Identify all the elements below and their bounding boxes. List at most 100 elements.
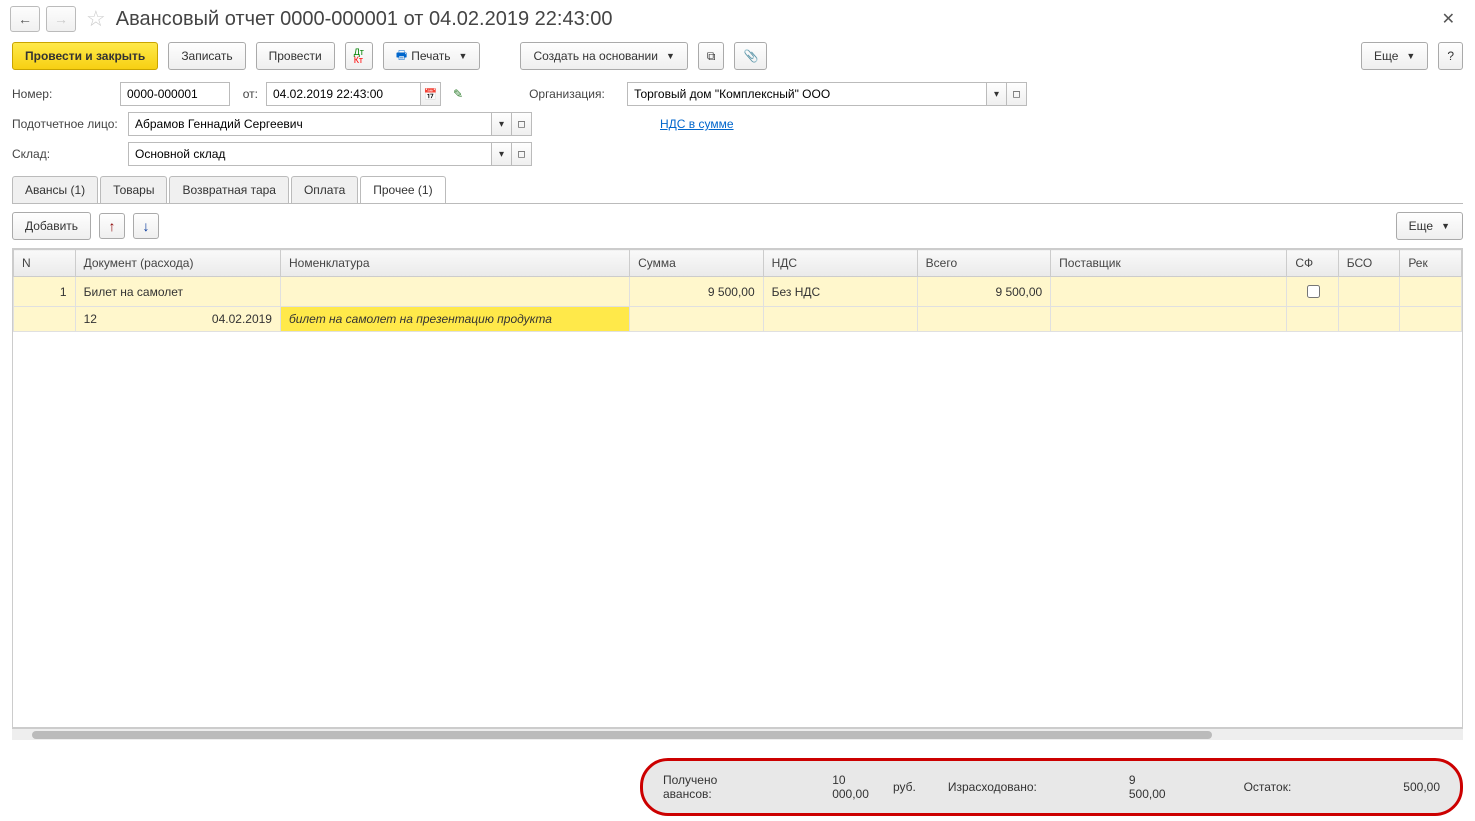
number-input[interactable]	[120, 82, 230, 106]
window-title: Авансовый отчет 0000-000001 от 04.02.201…	[116, 8, 613, 31]
tab-more-label: Еще	[1409, 219, 1433, 233]
forward-button[interactable]: →	[46, 6, 76, 32]
person-input[interactable]	[128, 112, 492, 136]
cell-sub-rek[interactable]	[1400, 307, 1462, 332]
horizontal-scrollbar[interactable]	[12, 728, 1463, 740]
cell-sub-docinfo[interactable]: 12 04.02.2019	[75, 307, 280, 332]
cell-sub-bso[interactable]	[1338, 307, 1400, 332]
cell-supplier[interactable]	[1051, 277, 1287, 307]
tab-bar: Авансы (1) Товары Возвратная тара Оплата…	[12, 176, 1463, 204]
cell-sub-empty[interactable]	[14, 307, 76, 332]
sub-num: 12	[84, 312, 144, 326]
col-supplier[interactable]: Поставщик	[1051, 250, 1287, 277]
expense-grid: N Документ (расхода) Номенклатура Сумма …	[13, 249, 1462, 332]
move-up-button[interactable]: ↑	[99, 213, 125, 239]
person-open-button[interactable]: ◻	[512, 112, 532, 136]
grid-header-row: N Документ (расхода) Номенклатура Сумма …	[14, 250, 1462, 277]
print-label: Печать	[411, 49, 450, 63]
related-docs-button[interactable]: ⧉	[698, 42, 725, 70]
date-input[interactable]	[266, 82, 421, 106]
form-area: Номер: от: 📅 ✎ Организация: ▾ ◻ Подотчет…	[0, 82, 1475, 166]
move-down-button[interactable]: ↓	[133, 213, 159, 239]
spent-value: 9 500,00	[1129, 773, 1172, 801]
warehouse-input[interactable]	[128, 142, 492, 166]
post-and-close-button[interactable]: Провести и закрыть	[12, 42, 158, 70]
tab-more-button[interactable]: Еще ▼	[1396, 212, 1463, 240]
vat-link[interactable]: НДС в сумме	[660, 117, 734, 131]
add-row-button[interactable]: Добавить	[12, 212, 91, 240]
warehouse-label: Склад:	[12, 147, 120, 161]
from-label: от:	[238, 87, 258, 101]
col-n[interactable]: N	[14, 250, 76, 277]
person-label: Подотчетное лицо:	[12, 117, 120, 131]
tab-payment[interactable]: Оплата	[291, 176, 358, 203]
cell-nomen[interactable]	[280, 277, 629, 307]
cell-total[interactable]: 9 500,00	[917, 277, 1051, 307]
tab-packaging[interactable]: Возвратная тара	[169, 176, 289, 203]
tab-goods[interactable]: Товары	[100, 176, 167, 203]
col-nomen[interactable]: Номенклатура	[280, 250, 629, 277]
favorite-star-icon[interactable]: ☆	[86, 6, 106, 32]
save-button[interactable]: Записать	[168, 42, 245, 70]
col-sum[interactable]: Сумма	[630, 250, 764, 277]
org-input[interactable]	[627, 82, 987, 106]
person-dropdown-button[interactable]: ▾	[492, 112, 512, 136]
chevron-down-icon: ▼	[1441, 221, 1450, 231]
warehouse-dropdown-button[interactable]: ▾	[492, 142, 512, 166]
balance-value: 500,00	[1403, 780, 1440, 794]
edit-date-icon[interactable]: ✎	[453, 87, 463, 101]
cell-sum[interactable]: 9 500,00	[630, 277, 764, 307]
warehouse-open-button[interactable]: ◻	[512, 142, 532, 166]
cell-bso[interactable]	[1338, 277, 1400, 307]
col-rek[interactable]: Рек	[1400, 250, 1462, 277]
create-based-button[interactable]: Создать на основании ▼	[520, 42, 687, 70]
cell-vat[interactable]: Без НДС	[763, 277, 917, 307]
spent-label: Израсходовано:	[948, 780, 1037, 794]
cell-sub-vat[interactable]	[763, 307, 917, 332]
calendar-icon: 📅	[424, 88, 438, 101]
more-button[interactable]: Еще ▼	[1361, 42, 1428, 70]
tab-advances[interactable]: Авансы (1)	[12, 176, 98, 203]
calendar-button[interactable]: 📅	[421, 82, 441, 106]
attach-button[interactable]: 📎	[734, 42, 767, 70]
cell-sub-sf[interactable]	[1287, 307, 1338, 332]
org-dropdown-button[interactable]: ▾	[987, 82, 1007, 106]
balance-label: Остаток:	[1244, 780, 1292, 794]
number-label: Номер:	[12, 87, 112, 101]
help-button[interactable]: ?	[1438, 42, 1463, 70]
cell-sub-sum[interactable]	[630, 307, 764, 332]
col-doc[interactable]: Документ (расхода)	[75, 250, 280, 277]
cell-doc[interactable]: Билет на самолет	[75, 277, 280, 307]
cell-sf[interactable]	[1287, 277, 1338, 307]
cell-rek[interactable]	[1400, 277, 1462, 307]
cell-sub-desc[interactable]: билет на самолет на презентацию продукта	[280, 307, 629, 332]
debit-credit-button[interactable]: ДтКт	[345, 42, 373, 70]
org-open-button[interactable]: ◻	[1007, 82, 1027, 106]
received-value: 10 000,00	[832, 773, 881, 801]
col-total[interactable]: Всего	[917, 250, 1051, 277]
col-vat[interactable]: НДС	[763, 250, 917, 277]
col-sf[interactable]: СФ	[1287, 250, 1338, 277]
grid-row[interactable]: 1 Билет на самолет 9 500,00 Без НДС 9 50…	[14, 277, 1462, 307]
debit-credit-icon: ДтКт	[354, 48, 364, 64]
totals-footer: Получено авансов: 10 000,00 руб. Израсхо…	[640, 758, 1463, 816]
org-label: Организация:	[529, 87, 619, 101]
sf-checkbox[interactable]	[1307, 285, 1320, 298]
currency: руб.	[893, 780, 916, 794]
close-icon[interactable]: ✕	[1432, 9, 1465, 29]
printer-icon: 🖶	[396, 46, 407, 67]
received-label: Получено авансов:	[663, 773, 760, 801]
grid-subrow[interactable]: 12 04.02.2019 билет на самолет на презен…	[14, 307, 1462, 332]
cell-sub-supplier[interactable]	[1051, 307, 1287, 332]
chevron-down-icon: ▼	[666, 51, 675, 61]
col-bso[interactable]: БСО	[1338, 250, 1400, 277]
tab-other[interactable]: Прочее (1)	[360, 176, 445, 203]
back-button[interactable]: ←	[10, 6, 40, 32]
window-header: ← → ☆ Авансовый отчет 0000-000001 от 04.…	[0, 0, 1475, 38]
post-button[interactable]: Провести	[256, 42, 335, 70]
cell-sub-total[interactable]	[917, 307, 1051, 332]
chevron-down-icon: ▼	[459, 51, 468, 61]
cell-n[interactable]: 1	[14, 277, 76, 307]
print-button[interactable]: 🖶 Печать ▼	[383, 42, 481, 70]
create-based-label: Создать на основании	[533, 49, 658, 63]
